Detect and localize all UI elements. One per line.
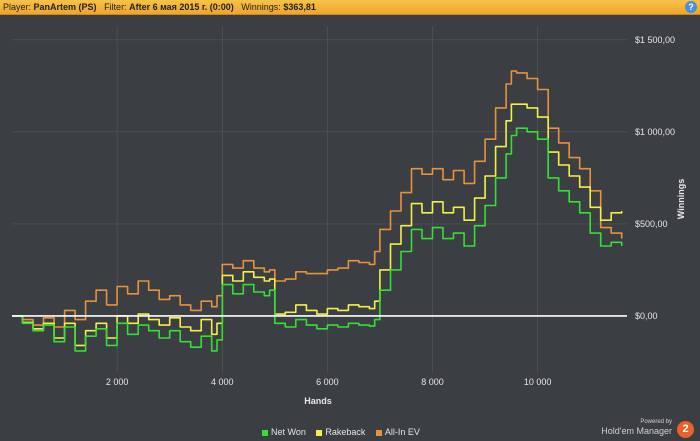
rakeback-line (12, 103, 623, 347)
y-tick-label: $0,00 (635, 311, 658, 321)
y-tick-label: $500,00 (635, 219, 668, 229)
x-tick-label: 6 000 (316, 377, 339, 387)
hm2-logo-icon: 2 (677, 421, 694, 438)
legend-allin-ev-label: All-In EV (384, 427, 420, 437)
y-axis-title: Winnings (676, 179, 686, 219)
x-tick-label: 4 000 (211, 377, 234, 387)
rakeback-swatch (316, 429, 323, 436)
net-won-swatch (262, 429, 268, 436)
legend-rakeback-label: Rakeback (325, 427, 366, 437)
x-axis-title: Hands (304, 396, 332, 406)
legend-net-won[interactable]: Net Won (262, 427, 306, 437)
product-name: Hold'em Manager (601, 426, 672, 436)
y-tick-label: $1 000,00 (635, 127, 675, 137)
allin-ev-swatch (375, 429, 382, 436)
x-tick-label: 10 000 (524, 377, 552, 387)
x-tick-label: 2 000 (106, 377, 129, 387)
winnings-chart: 2 000 4 000 6 000 8 000 10 000 $0,00 $500,00 $1… (12, 26, 686, 406)
powered-by-text: Powered by (640, 419, 672, 425)
allin-ev-line (12, 70, 623, 328)
legend-net-won-label: Net Won (271, 427, 306, 437)
legend-allin-ev[interactable]: All-In EV (375, 427, 420, 437)
chart-legend: Net Won Rakeback All-In EV (262, 427, 428, 437)
y-tick-label: $1 500,00 (635, 35, 675, 45)
net-won-line (12, 127, 623, 352)
x-tick-label: 8 000 (421, 377, 444, 387)
legend-rakeback[interactable]: Rakeback (316, 427, 365, 437)
branding: Powered by Hold'em Manager (601, 419, 672, 437)
